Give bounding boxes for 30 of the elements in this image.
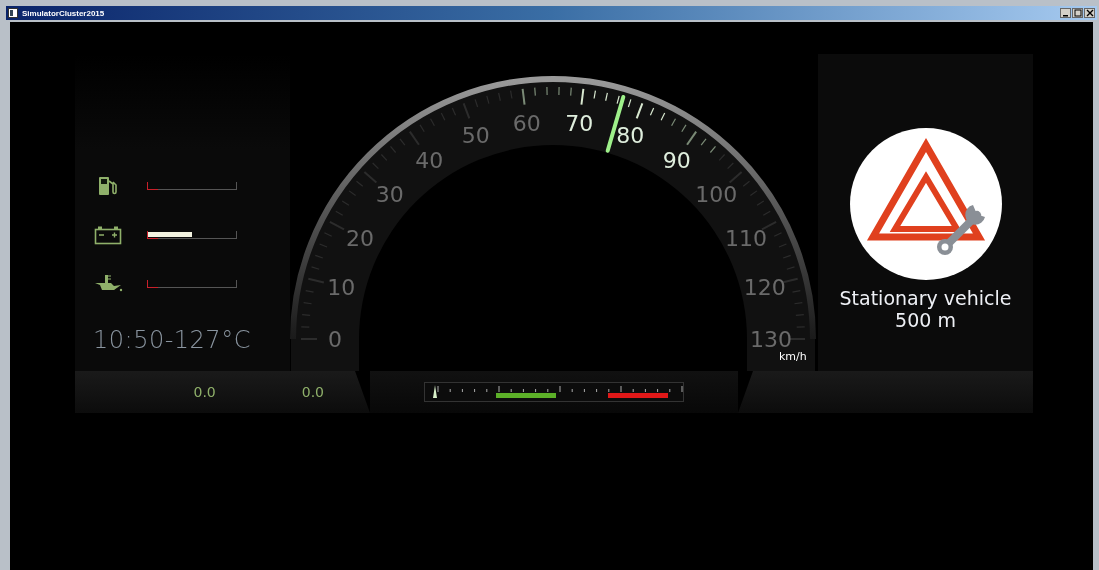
close-icon bbox=[1085, 9, 1094, 17]
value-readout: 0.0 bbox=[193, 384, 216, 400]
maximize-button[interactable] bbox=[1072, 8, 1083, 18]
speed-label: 120 bbox=[743, 274, 786, 300]
speed-label: 130 bbox=[750, 327, 792, 352]
oil-can-icon bbox=[93, 273, 123, 294]
minimize-button[interactable] bbox=[1060, 8, 1071, 18]
maximize-icon bbox=[1073, 9, 1082, 17]
window-title: SimulatorCluster2015 bbox=[22, 8, 105, 18]
app-icon bbox=[8, 8, 18, 18]
speed-label: 100 bbox=[695, 182, 738, 208]
speed-label: 60 bbox=[512, 110, 541, 136]
speed-label: 10 bbox=[327, 274, 356, 300]
speed-label: 90 bbox=[662, 147, 691, 173]
time-temperature-readout: 10:50-127°C bbox=[93, 326, 252, 354]
speed-unit: km/h bbox=[779, 350, 807, 363]
speed-label: 50 bbox=[461, 123, 490, 149]
battery-icon bbox=[93, 224, 123, 245]
warning-triangle-wrench-icon bbox=[848, 127, 1003, 281]
close-button[interactable] bbox=[1084, 8, 1095, 18]
speed-label: 40 bbox=[415, 147, 444, 173]
speed-label: 20 bbox=[345, 225, 374, 251]
speed-label: 70 bbox=[565, 110, 594, 136]
warning-message: Stationary vehicle bbox=[839, 287, 1012, 309]
value-readout: 0.0 bbox=[301, 384, 324, 400]
warning-distance: 500 m bbox=[895, 309, 956, 331]
speed-label: 110 bbox=[725, 225, 768, 251]
speed-label: 30 bbox=[375, 182, 404, 208]
speed-label: 0 bbox=[328, 327, 342, 352]
speed-label: 80 bbox=[616, 123, 645, 149]
